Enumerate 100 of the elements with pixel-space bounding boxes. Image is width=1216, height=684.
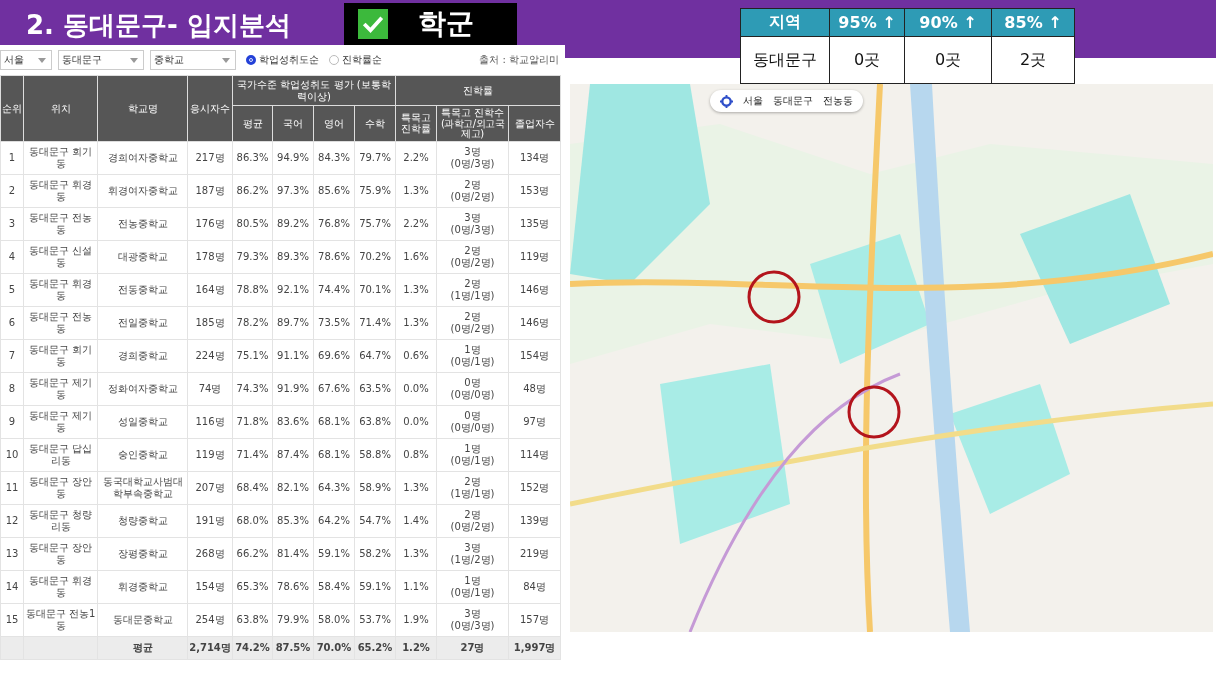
table-cell: 15 xyxy=(0,603,24,636)
table-cell: 176명 xyxy=(187,207,233,240)
table-cell: 동대문구 신설동 xyxy=(23,240,98,273)
table-cell: 동대문구 회기동 xyxy=(23,339,98,372)
caret-icon xyxy=(38,57,46,63)
column-header: 90% ↑ xyxy=(904,8,992,37)
column-header: 95% ↑ xyxy=(829,8,905,37)
table-cell: 79.3% xyxy=(232,240,273,273)
radio-option[interactable]: 진학률순 xyxy=(329,53,382,67)
table-cell: 78.6% xyxy=(313,240,355,273)
select-field[interactable]: 중학교 xyxy=(150,50,236,70)
select-field[interactable]: 서울 xyxy=(0,50,52,70)
select-field[interactable]: 동대문구 xyxy=(58,50,144,70)
table-cell: 81.4% xyxy=(272,537,314,570)
table-cell: 1.3% xyxy=(395,273,437,306)
table-cell: 134명 xyxy=(508,141,561,174)
table-cell: 86.3% xyxy=(232,141,273,174)
table-cell: 8 xyxy=(0,372,24,405)
breadcrumb-item[interactable]: 전농동 xyxy=(823,94,853,108)
table-cell: 2명 (0명/2명) xyxy=(436,504,509,537)
table-cell: 75.1% xyxy=(232,339,273,372)
table-cell: 54.7% xyxy=(354,504,396,537)
radio-option[interactable]: 학업성취도순 xyxy=(246,53,319,67)
radio-button[interactable] xyxy=(329,55,339,65)
table-cell: 89.2% xyxy=(272,207,314,240)
table-cell: 1.3% xyxy=(395,471,437,504)
table-cell: 6 xyxy=(0,306,24,339)
table-cell: 86.2% xyxy=(232,174,273,207)
table-cell: 59.1% xyxy=(354,570,396,603)
table-cell: 0.0% xyxy=(395,372,437,405)
table-cell: 2명 (1명/1명) xyxy=(436,273,509,306)
table-cell: 73.5% xyxy=(313,306,355,339)
column-header: 영어 xyxy=(313,105,355,141)
table-cell: 191명 xyxy=(187,504,233,537)
table-cell: 82.1% xyxy=(272,471,314,504)
table-cell: 146명 xyxy=(508,273,561,306)
table-cell: 1.4% xyxy=(395,504,437,537)
table-cell: 146명 xyxy=(508,306,561,339)
table-cell: 59.1% xyxy=(313,537,355,570)
table-cell: 전농중학교 xyxy=(97,207,188,240)
table-cell: 동대문구 청량리동 xyxy=(23,504,98,537)
table-cell: 1.3% xyxy=(395,537,437,570)
column-header: 지역 xyxy=(740,8,830,37)
source-text: 출처 : 학교알리미 xyxy=(479,53,559,67)
table-cell: 119명 xyxy=(187,438,233,471)
breadcrumb-item[interactable]: 동대문구 xyxy=(773,94,813,108)
table-cell: 94.9% xyxy=(272,141,314,174)
table-cell: 84.3% xyxy=(313,141,355,174)
table-cell: 5 xyxy=(0,273,24,306)
table-cell: 254명 xyxy=(187,603,233,636)
table-cell: 휘경중학교 xyxy=(97,570,188,603)
table-cell: 89.7% xyxy=(272,306,314,339)
table-cell: 경희중학교 xyxy=(97,339,188,372)
table-cell: 64.3% xyxy=(313,471,355,504)
table-cell: 116명 xyxy=(187,405,233,438)
table-cell: 정화여자중학교 xyxy=(97,372,188,405)
table-cell: 성일중학교 xyxy=(97,405,188,438)
table-cell: 79.9% xyxy=(272,603,314,636)
table-cell: 78.2% xyxy=(232,306,273,339)
table-cell: 64.2% xyxy=(313,504,355,537)
radio-button[interactable] xyxy=(246,55,256,65)
table-cell: 2명 (0명/2명) xyxy=(436,306,509,339)
table-cell: 1 xyxy=(0,141,24,174)
table-cell: 185명 xyxy=(187,306,233,339)
table-cell: 0명 (0명/0명) xyxy=(436,372,509,405)
table-cell: 74.4% xyxy=(313,273,355,306)
table-cell: 97명 xyxy=(508,405,561,438)
table-cell: 53.7% xyxy=(354,603,396,636)
table-cell: 전동중학교 xyxy=(97,273,188,306)
table-cell: 154명 xyxy=(187,570,233,603)
column-header: 특목고 진학수 (과학고/외고국제고) xyxy=(436,105,509,141)
column-header: 국어 xyxy=(272,105,314,141)
table-cell: 71.4% xyxy=(232,438,273,471)
table-cell: 14 xyxy=(0,570,24,603)
table-cell: 63.8% xyxy=(232,603,273,636)
table-cell: 68.1% xyxy=(313,405,355,438)
breadcrumb-item[interactable]: 서울 xyxy=(743,94,763,108)
table-cell: 2명 (1명/1명) xyxy=(436,471,509,504)
table-cell: 139명 xyxy=(508,504,561,537)
table-cell: 187명 xyxy=(187,174,233,207)
radio-label[interactable]: 학업성취도순 xyxy=(259,53,319,67)
table-cell: 1.9% xyxy=(395,603,437,636)
table-cell: 78.6% xyxy=(272,570,314,603)
table-cell: 119명 xyxy=(508,240,561,273)
table-cell: 9 xyxy=(0,405,24,438)
column-note: (과학고/외고국제고) xyxy=(439,118,506,140)
table-cell: 1명 (0명/1명) xyxy=(436,570,509,603)
table-cell: 1.6% xyxy=(395,240,437,273)
table-cell: 2명 (0명/2명) xyxy=(436,240,509,273)
radio-label[interactable]: 진학률순 xyxy=(342,53,382,67)
table-cell: 4 xyxy=(0,240,24,273)
table-cell: 70.1% xyxy=(354,273,396,306)
table-cell: 13 xyxy=(0,537,24,570)
column-header: 위치 xyxy=(23,75,98,141)
table-cell: 3명 (1명/2명) xyxy=(436,537,509,570)
table-cell: 동대문구 전농동 xyxy=(23,306,98,339)
table-cell: 동국대학교사범대학부속중학교 xyxy=(97,471,188,504)
table-cell: 3명 (0명/3명) xyxy=(436,141,509,174)
table-cell: 74명 xyxy=(187,372,233,405)
table-cell: 65.3% xyxy=(232,570,273,603)
